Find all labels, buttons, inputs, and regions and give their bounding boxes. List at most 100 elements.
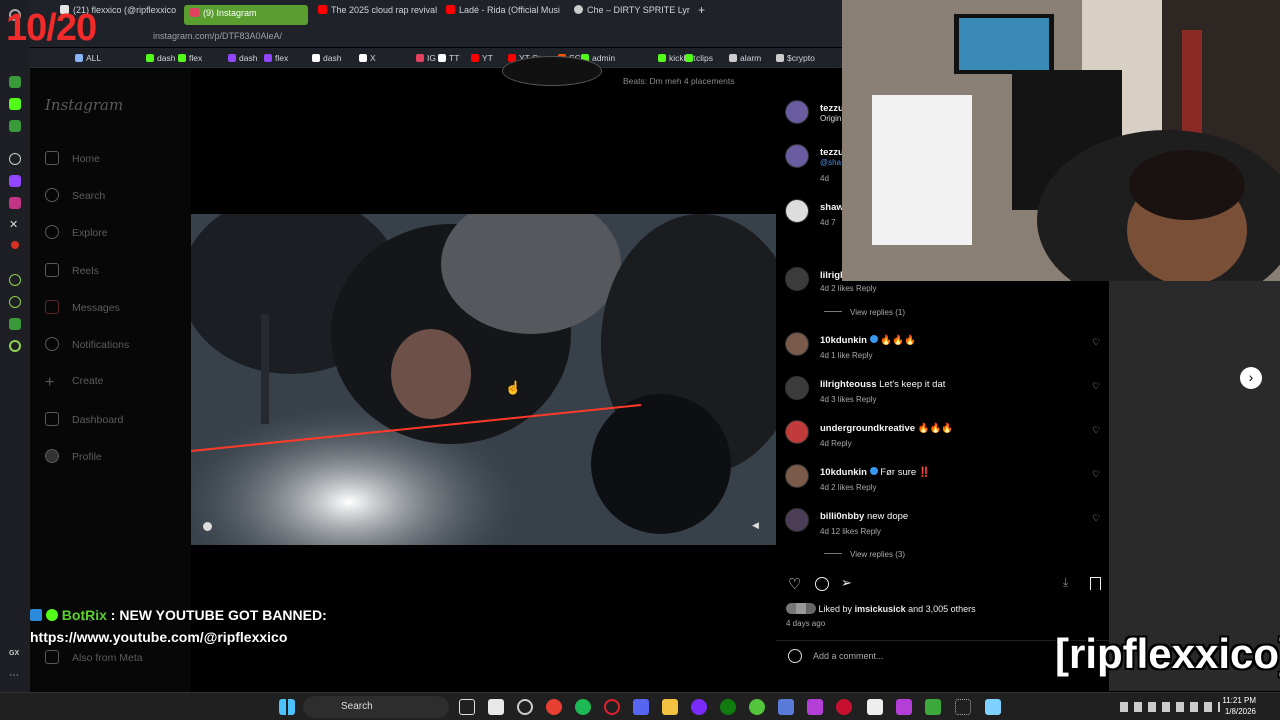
task-view-icon[interactable]: [459, 699, 475, 715]
bookmark-16[interactable]: $crypto: [776, 53, 815, 63]
app-multi-icon[interactable]: [807, 699, 823, 715]
bookmark-4[interactable]: flex: [264, 53, 288, 63]
comment-icon[interactable]: [815, 577, 829, 591]
file-icon[interactable]: [488, 699, 504, 715]
post-video[interactable]: ◀ ☝: [191, 214, 776, 545]
apps-dots-icon[interactable]: [955, 699, 971, 715]
comment-like-icon[interactable]: ♡: [1092, 514, 1101, 523]
avatar[interactable]: [785, 267, 809, 291]
liked-by-user[interactable]: imsickusick: [855, 604, 906, 614]
app-grid2-icon[interactable]: [925, 699, 941, 715]
sidebar-m-icon[interactable]: [9, 120, 21, 132]
play-icon[interactable]: [9, 274, 21, 286]
avatar[interactable]: [785, 199, 809, 223]
avatar[interactable]: [785, 464, 809, 488]
comment-like-icon[interactable]: ♡: [1092, 382, 1101, 391]
comment-user[interactable]: billi0nbby: [820, 511, 864, 522]
like-icon[interactable]: ♡: [788, 575, 801, 593]
more-dots-icon[interactable]: ⋯: [9, 670, 21, 682]
add-comment-input[interactable]: Add a comment...: [813, 651, 884, 661]
comment-user[interactable]: lilrighteouss: [820, 379, 876, 390]
record-icon[interactable]: [11, 241, 19, 249]
url-field[interactable]: instagram.com/p/DTF83A0AleA/: [153, 31, 282, 41]
bookmark-0[interactable]: ALL: [75, 53, 101, 63]
bookmark-6[interactable]: X: [359, 53, 376, 63]
view-replies-button[interactable]: View replies (3): [824, 550, 905, 559]
comment-user[interactable]: shaw: [820, 202, 844, 213]
settings-gear-icon[interactable]: [9, 340, 21, 352]
nav-create[interactable]: + Create: [45, 375, 104, 391]
nav-messages[interactable]: Messages: [45, 300, 120, 314]
tab-lade-rida[interactable]: Ladé - Rida (Official Music: [442, 5, 560, 25]
avatar[interactable]: [785, 376, 809, 400]
tray-icons[interactable]: [1120, 702, 1220, 712]
nav-profile[interactable]: Profile: [45, 449, 102, 463]
obs-icon[interactable]: [691, 699, 707, 715]
comment-mention[interactable]: @sha: [820, 158, 841, 167]
user-tag-icon[interactable]: [203, 522, 212, 531]
comment-user[interactable]: 10kdunkin: [820, 335, 867, 346]
avatar[interactable]: [785, 144, 809, 168]
avatar[interactable]: [785, 420, 809, 444]
app-terminal-icon[interactable]: [867, 699, 883, 715]
history-icon[interactable]: [9, 296, 21, 308]
nav-explore[interactable]: Explore: [45, 225, 108, 239]
kick-icon[interactable]: [9, 98, 21, 110]
nav-notifications[interactable]: Notifications: [45, 337, 129, 351]
opera-icon[interactable]: [604, 699, 620, 715]
opera-gx-icon[interactable]: [517, 699, 533, 715]
folder-icon[interactable]: [662, 699, 678, 715]
extensions-icon[interactable]: [9, 318, 21, 330]
instagram-logo[interactable]: Instagram: [45, 96, 123, 114]
nav-dashboard[interactable]: Dashboard: [45, 412, 123, 426]
discord-icon[interactable]: [633, 699, 649, 715]
app-red-icon[interactable]: [836, 699, 852, 715]
download-icon[interactable]: ⤓: [1063, 575, 1068, 590]
nav-also-from-meta[interactable]: Also from Meta: [45, 650, 143, 664]
liked-by-count[interactable]: and 3,005 others: [908, 604, 976, 614]
chatgpt-icon[interactable]: [9, 153, 21, 165]
bookmark-1[interactable]: dash: [146, 53, 175, 63]
bookmark-8[interactable]: TT: [438, 53, 459, 63]
avatar[interactable]: [785, 332, 809, 356]
twitch-icon[interactable]: [9, 175, 21, 187]
notepad-icon[interactable]: [985, 699, 1001, 715]
messenger-icon[interactable]: [9, 76, 21, 88]
bookmark-5[interactable]: dash: [312, 53, 341, 63]
bookmark-2[interactable]: flex: [178, 53, 202, 63]
tab-cloud-rap[interactable]: The 2025 cloud rap revival: [314, 5, 440, 25]
chrome-icon[interactable]: [546, 699, 562, 715]
emoji-icon[interactable]: [788, 649, 802, 663]
x-icon[interactable]: ✕: [9, 219, 21, 231]
comment-user[interactable]: 10kdunkin: [820, 467, 867, 478]
post-audio[interactable]: Origin: [820, 114, 841, 123]
bookmark-3[interactable]: dash: [228, 53, 257, 63]
comment-like-icon[interactable]: ♡: [1092, 426, 1101, 435]
avatar[interactable]: [785, 100, 809, 124]
gamepad-icon[interactable]: [778, 699, 794, 715]
post-author[interactable]: tezzu: [820, 103, 844, 114]
comment-user[interactable]: tezzu: [820, 147, 844, 158]
share-icon[interactable]: ➢: [841, 575, 852, 591]
app-grid-icon[interactable]: [896, 699, 912, 715]
comment-like-icon[interactable]: ♡: [1092, 338, 1101, 347]
nav-home[interactable]: Home: [45, 151, 100, 165]
taskbar-clock[interactable]: 11:21 PM 1/8/2026: [1222, 695, 1256, 717]
tab-instagram[interactable]: (9) Instagram: [184, 5, 308, 25]
bookmark-9[interactable]: YT: [471, 53, 493, 63]
view-replies-button[interactable]: View replies (1): [824, 308, 905, 317]
app-green-icon[interactable]: [749, 699, 765, 715]
gx-icon[interactable]: GX: [9, 650, 21, 662]
save-bookmark-icon[interactable]: [1090, 577, 1101, 590]
bookmark-7[interactable]: IG: [416, 53, 436, 63]
bookmark-15[interactable]: alarm: [729, 53, 761, 63]
xbox-icon[interactable]: [720, 699, 736, 715]
volume-icon[interactable]: ◀: [752, 520, 759, 531]
comment-user[interactable]: undergroundkreative: [820, 423, 915, 434]
start-windows-icon[interactable]: [279, 699, 295, 715]
avatar[interactable]: [785, 508, 809, 532]
nav-search[interactable]: Search: [45, 188, 105, 202]
tab-che-lyrics[interactable]: Che – DIRTY SPRITE Lyrics: [570, 5, 690, 25]
nav-reels[interactable]: Reels: [45, 263, 99, 277]
new-tab-button[interactable]: +: [694, 3, 705, 23]
